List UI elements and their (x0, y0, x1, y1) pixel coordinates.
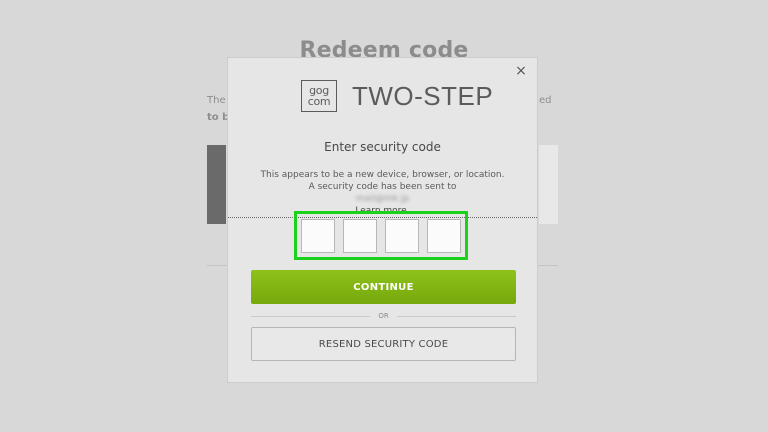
redacted-email: mail@mk.jp (355, 194, 410, 204)
modal-title: TWO-STEP (352, 80, 494, 111)
background-light-panel (539, 145, 558, 224)
code-digit-input-2[interactable] (343, 218, 377, 253)
background-text-line: The (207, 95, 226, 106)
code-digit-input-4[interactable] (427, 218, 461, 253)
description-text: A security code has been sent to (308, 182, 457, 192)
description-line: This appears to be a new device, browser… (260, 170, 505, 180)
description-line: A security code has been sent to mail@mk… (228, 181, 537, 205)
separator-line (396, 315, 516, 317)
logo-text-com: com (307, 95, 331, 108)
background-text: The to b (207, 92, 229, 126)
or-separator: OR (251, 310, 516, 322)
or-label: OR (378, 312, 389, 320)
background-text-right: ed (539, 95, 552, 106)
security-code-heading: Enter security code (324, 140, 441, 154)
code-digit-input-3[interactable] (385, 218, 419, 253)
code-digit-input-1[interactable] (301, 218, 335, 253)
continue-button[interactable]: CONTINUE (251, 270, 516, 304)
security-code-input-group (294, 211, 468, 260)
close-icon[interactable]: × (514, 64, 528, 78)
background-text-line: to b (207, 112, 230, 123)
background-dark-panel (207, 145, 226, 224)
gog-logo: gog com (301, 80, 337, 112)
modal-header: gog com TWO-STEP (301, 78, 493, 114)
resend-code-button[interactable]: RESEND SECURITY CODE (251, 327, 516, 361)
separator-line (251, 315, 371, 317)
two-step-modal: × gog com TWO-STEP Enter security code T… (227, 57, 538, 383)
